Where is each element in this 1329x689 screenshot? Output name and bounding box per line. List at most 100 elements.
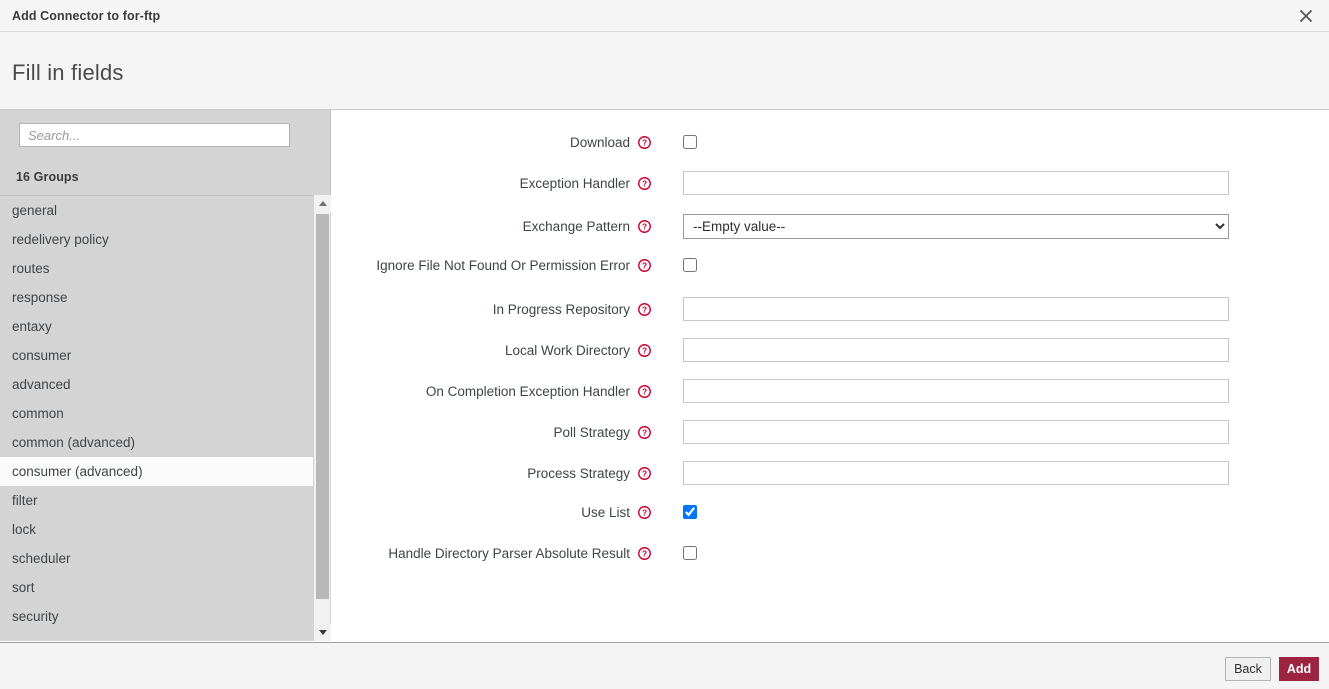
text-input[interactable] xyxy=(683,338,1229,362)
checkbox-input[interactable] xyxy=(683,505,697,519)
sidebar-scrollbar[interactable] xyxy=(313,195,330,641)
sidebar-item-sort[interactable]: sort xyxy=(0,573,313,602)
dialog-titlebar: Add Connector to for-ftp xyxy=(0,0,1329,32)
field-control xyxy=(683,379,1229,403)
checkbox-input[interactable] xyxy=(683,546,697,560)
sidebar-item-entaxy[interactable]: entaxy xyxy=(0,312,313,341)
sidebar-item-label: scheduler xyxy=(12,551,71,566)
help-question-icon[interactable]: ? xyxy=(638,303,651,316)
add-button[interactable]: Add xyxy=(1279,657,1319,681)
sidebar-item-routes[interactable]: routes xyxy=(0,254,313,283)
connector-fields-form: Download?Exception Handler?Exchange Patt… xyxy=(332,110,1329,641)
group-list: general redelivery policy routes response en… xyxy=(0,196,313,641)
scrollbar-thumb[interactable] xyxy=(316,214,329,599)
field-label: Poll Strategy xyxy=(332,425,630,440)
help-question-icon[interactable]: ? xyxy=(638,344,651,357)
field-row: Use List? xyxy=(332,498,1329,526)
help-question-icon[interactable]: ? xyxy=(638,259,651,272)
help-question-icon[interactable]: ? xyxy=(638,467,651,480)
field-row: Poll Strategy? xyxy=(332,418,1329,446)
help-question-icon[interactable]: ? xyxy=(638,136,651,149)
sidebar-item-security[interactable]: security xyxy=(0,602,313,631)
sidebar-item-general[interactable]: general xyxy=(0,196,313,225)
scroll-down-arrow-icon[interactable] xyxy=(314,624,331,641)
field-row: Exception Handler? xyxy=(332,169,1329,197)
text-input[interactable] xyxy=(683,171,1229,195)
field-label: Download xyxy=(332,135,630,150)
field-control xyxy=(683,505,697,519)
field-label: Handle Directory Parser Absolute Result xyxy=(332,546,630,561)
sidebar-item-label: general xyxy=(12,203,57,218)
help-question-icon[interactable]: ? xyxy=(638,220,651,233)
field-label: Exception Handler xyxy=(332,176,630,191)
svg-text:?: ? xyxy=(642,304,647,314)
sidebar-item-label: common (advanced) xyxy=(12,435,135,450)
sidebar-item-common-advanced[interactable]: common (advanced) xyxy=(0,428,313,457)
field-row: Local Work Directory? xyxy=(332,336,1329,364)
field-row: Handle Directory Parser Absolute Result? xyxy=(332,539,1329,567)
field-control xyxy=(683,546,697,560)
svg-text:?: ? xyxy=(642,260,647,270)
dialog-title: Add Connector to for-ftp xyxy=(12,9,160,23)
svg-text:?: ? xyxy=(642,548,647,558)
back-button[interactable]: Back xyxy=(1225,657,1271,681)
sidebar-item-redelivery-policy[interactable]: redelivery policy xyxy=(0,225,313,254)
field-row: Exchange Pattern?--Empty value-- xyxy=(332,212,1329,240)
sidebar-item-label: sort xyxy=(12,580,35,595)
add-connector-dialog: Add Connector to for-ftp Fill in fields … xyxy=(0,0,1329,689)
help-question-icon[interactable]: ? xyxy=(638,547,651,560)
groups-sidebar: 16 Groups general redelivery policy routes… xyxy=(0,110,331,641)
text-input[interactable] xyxy=(683,379,1229,403)
sidebar-item-consumer[interactable]: consumer xyxy=(0,341,313,370)
sidebar-item-scheduler[interactable]: scheduler xyxy=(0,544,313,573)
field-control xyxy=(683,297,1229,321)
sidebar-item-label: redelivery policy xyxy=(12,232,109,247)
text-input[interactable] xyxy=(683,461,1229,485)
sidebar-item-label: common xyxy=(12,406,64,421)
groups-count-label: 16 Groups xyxy=(16,170,79,184)
field-label: Use List xyxy=(332,505,630,520)
sidebar-item-advanced[interactable]: advanced xyxy=(0,370,313,399)
dialog-footer: Back Add xyxy=(0,642,1329,689)
field-label: In Progress Repository xyxy=(332,302,630,317)
field-control xyxy=(683,420,1229,444)
help-question-icon[interactable]: ? xyxy=(638,506,651,519)
text-input[interactable] xyxy=(683,297,1229,321)
svg-text:?: ? xyxy=(642,221,647,231)
field-row: In Progress Repository? xyxy=(332,295,1329,323)
svg-text:?: ? xyxy=(642,345,647,355)
field-control: --Empty value-- xyxy=(683,214,1229,239)
field-control xyxy=(683,135,697,149)
field-row: Download? xyxy=(332,128,1329,156)
sidebar-item-lock[interactable]: lock xyxy=(0,515,313,544)
help-question-icon[interactable]: ? xyxy=(638,177,651,190)
svg-text:?: ? xyxy=(642,137,647,147)
sidebar-item-common[interactable]: common xyxy=(0,399,313,428)
sidebar-item-label: filter xyxy=(12,493,38,508)
checkbox-input[interactable] xyxy=(683,258,697,272)
field-label: On Completion Exception Handler xyxy=(332,384,630,399)
help-question-icon[interactable]: ? xyxy=(638,385,651,398)
help-question-icon[interactable]: ? xyxy=(638,426,651,439)
search-input[interactable] xyxy=(19,123,290,147)
sidebar-item-label: lock xyxy=(12,522,36,537)
field-label: Ignore File Not Found Or Permission Erro… xyxy=(332,258,630,273)
close-icon[interactable] xyxy=(1291,2,1321,30)
field-label: Process Strategy xyxy=(332,466,630,481)
sidebar-item-filter[interactable]: filter xyxy=(0,486,313,515)
svg-text:?: ? xyxy=(642,468,647,478)
checkbox-input[interactable] xyxy=(683,135,697,149)
svg-text:?: ? xyxy=(642,178,647,188)
select-input[interactable]: --Empty value-- xyxy=(683,214,1229,239)
sidebar-item-label: response xyxy=(12,290,68,305)
text-input[interactable] xyxy=(683,420,1229,444)
sidebar-item-response[interactable]: response xyxy=(0,283,313,312)
sidebar-item-label: advanced xyxy=(12,377,71,392)
scroll-up-arrow-icon[interactable] xyxy=(314,195,331,212)
field-control xyxy=(683,461,1229,485)
sidebar-item-consumer-advanced[interactable]: consumer (advanced) xyxy=(0,457,313,486)
sidebar-item-label: entaxy xyxy=(12,319,52,334)
field-row: On Completion Exception Handler? xyxy=(332,377,1329,405)
sidebar-item-label: routes xyxy=(12,261,50,276)
svg-text:?: ? xyxy=(642,427,647,437)
